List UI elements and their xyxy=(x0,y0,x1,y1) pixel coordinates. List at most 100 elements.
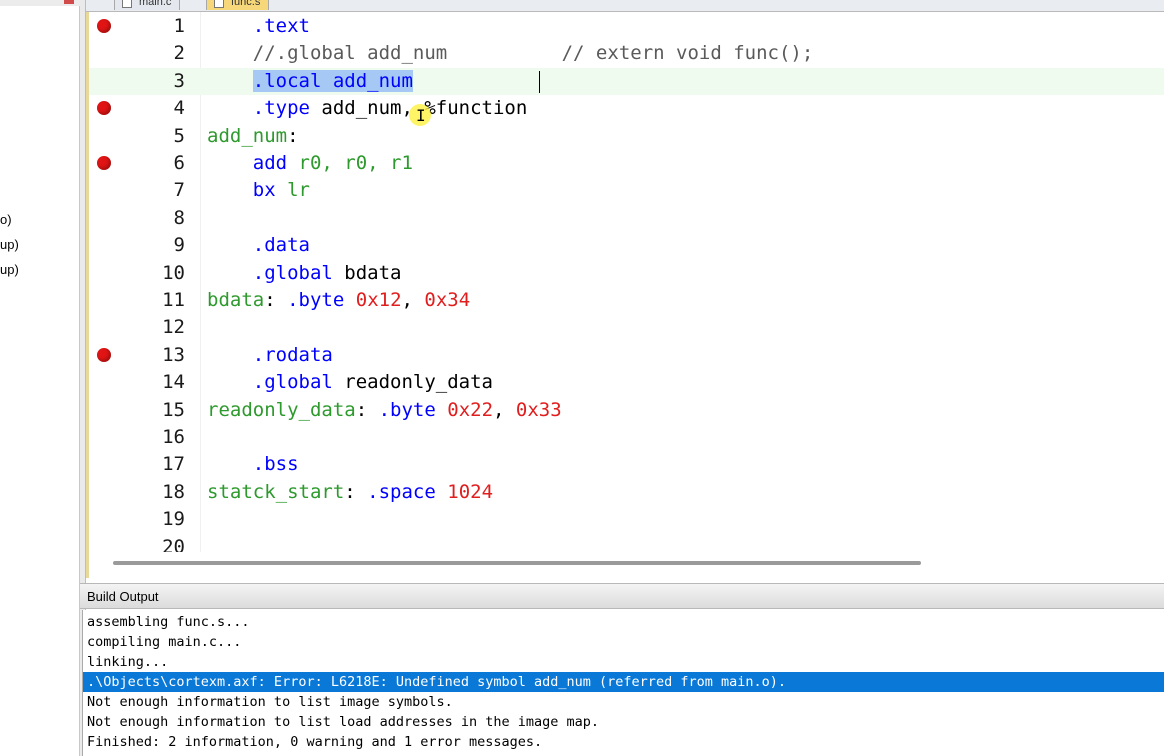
build-output-line[interactable]: Not enough information to list image sym… xyxy=(83,692,1164,712)
code-text[interactable]: .rodata xyxy=(207,344,333,366)
code-line[interactable]: 3 .local add_num xyxy=(89,67,1164,95)
build-output-line[interactable]: assembling func.s... xyxy=(83,612,1164,632)
line-number: 19 xyxy=(162,508,185,531)
code-token: statck_start xyxy=(207,480,345,503)
project-tree-item[interactable]: up) xyxy=(0,262,19,277)
code-text[interactable]: bx lr xyxy=(207,179,310,201)
project-panel: o) up) up) xyxy=(0,0,80,756)
code-text[interactable]: //.global add_num // extern void func(); xyxy=(207,42,814,64)
code-line[interactable]: 2 //.global add_num // extern void func(… xyxy=(89,40,1164,67)
code-text[interactable]: readonly_data: .byte 0x22, 0x33 xyxy=(207,399,562,421)
breakpoint-icon[interactable] xyxy=(97,156,111,170)
code-token: .bss xyxy=(252,453,299,476)
code-text[interactable]: .text xyxy=(207,15,310,37)
tab-func-s[interactable]: func.s xyxy=(206,0,270,10)
code-text[interactable]: add_num: xyxy=(207,125,299,147)
code-token: bdata xyxy=(332,261,402,284)
file-icon xyxy=(214,0,224,8)
code-editor[interactable]: 1 .text 2 //.global add_num // extern voi… xyxy=(86,12,1164,578)
tab-main-c[interactable]: main.c xyxy=(114,0,181,10)
line-number: 18 xyxy=(162,480,185,503)
code-token: 0x12 xyxy=(355,289,402,311)
code-token: .data xyxy=(252,234,310,257)
code-line[interactable]: 18 statck_start: .space 1024 xyxy=(89,479,1164,506)
editor-tabstrip: main.c func.s xyxy=(86,0,1164,12)
code-token: .rodata xyxy=(252,343,333,366)
line-number: 16 xyxy=(162,426,185,448)
code-token: add_num xyxy=(207,124,288,147)
code-line[interactable]: 10 .global bdata xyxy=(89,260,1164,287)
code-line[interactable]: 14 .global readonly_data xyxy=(89,369,1164,396)
code-line[interactable]: 6 add r0, r0, r1 xyxy=(89,150,1164,177)
code-line[interactable]: 8 xyxy=(89,205,1164,232)
code-line[interactable]: 7 bx lr xyxy=(89,177,1164,204)
code-token: .byte xyxy=(378,398,436,421)
build-output-header: Build Output xyxy=(80,583,1164,609)
code-text[interactable]: statck_start: .space 1024 xyxy=(207,481,493,503)
code-text[interactable]: add r0, r0, r1 xyxy=(207,152,413,174)
build-output-line[interactable]: linking... xyxy=(83,652,1164,672)
code-text[interactable]: .data xyxy=(207,234,310,256)
horizontal-scrollbar[interactable] xyxy=(86,552,1164,578)
code-token: readonly_data xyxy=(207,398,356,421)
scrollbar-thumb[interactable] xyxy=(113,561,921,565)
code-text[interactable]: .type add_num, %function xyxy=(207,97,528,119)
code-text[interactable]: bdata: .byte 0x12, 0x34 xyxy=(207,289,470,311)
code-token: lr xyxy=(275,179,310,202)
line-number: 15 xyxy=(162,398,185,421)
line-number: 2 xyxy=(173,42,185,65)
code-token: , xyxy=(401,289,425,311)
breakpoint-icon[interactable] xyxy=(97,101,111,116)
build-output-title: Build Output xyxy=(87,589,159,604)
code-line[interactable]: 15 readonly_data: .byte 0x22, 0x33 xyxy=(89,397,1164,424)
code-text[interactable]: .global readonly_data xyxy=(207,371,493,393)
code-line[interactable]: 1 .text xyxy=(89,13,1164,40)
code-line[interactable]: 19 xyxy=(89,506,1164,533)
build-output-line[interactable]: Not enough information to list load addr… xyxy=(83,712,1164,732)
code-line[interactable]: 4 .type add_num, %function xyxy=(89,95,1164,122)
project-tree-item[interactable]: up) xyxy=(0,237,19,252)
code-token: bx xyxy=(252,179,276,202)
build-error-line[interactable]: .\Objects\cortexm.axf: Error: L6218E: Un… xyxy=(83,672,1164,692)
code-token: .global xyxy=(252,261,333,284)
text-caret xyxy=(539,70,540,93)
code-token: .text xyxy=(252,15,310,37)
line-number: 7 xyxy=(173,179,185,202)
code-text[interactable]: .bss xyxy=(207,453,299,475)
code-token: .global xyxy=(252,371,333,394)
breakpoint-icon[interactable] xyxy=(97,19,111,33)
code-text[interactable]: .local add_num xyxy=(207,69,413,92)
breakpoint-icon[interactable] xyxy=(97,347,111,362)
code-line[interactable]: 17 .bss xyxy=(89,451,1164,478)
line-number: 17 xyxy=(162,453,185,476)
build-output-body[interactable]: assembling func.s... compiling main.c... l… xyxy=(82,610,1164,756)
code-line[interactable]: 5 add_num: xyxy=(89,123,1164,150)
build-output-line[interactable]: Finished: 2 information, 0 warning and 1… xyxy=(83,732,1164,752)
close-icon[interactable] xyxy=(64,0,74,4)
line-number: 3 xyxy=(173,69,185,92)
code-token: .local add_num xyxy=(252,69,413,92)
code-token: readonly_data xyxy=(332,371,493,394)
code-line[interactable]: 9 .data xyxy=(89,232,1164,259)
code-token: 1024 xyxy=(447,480,494,503)
code-line[interactable]: 16 xyxy=(89,424,1164,451)
code-line[interactable]: 12 xyxy=(89,314,1164,341)
line-number: 8 xyxy=(173,206,185,229)
code-line[interactable]: 13 .rodata xyxy=(89,342,1164,369)
code-text[interactable]: .global bdata xyxy=(207,261,402,284)
code-line[interactable]: 11 bdata: .byte 0x12, 0x34 xyxy=(89,287,1164,314)
code-token: : xyxy=(344,480,368,503)
project-tree-item[interactable]: o) xyxy=(0,212,12,227)
line-number: 14 xyxy=(162,371,185,394)
build-output-line[interactable]: compiling main.c... xyxy=(83,632,1164,652)
